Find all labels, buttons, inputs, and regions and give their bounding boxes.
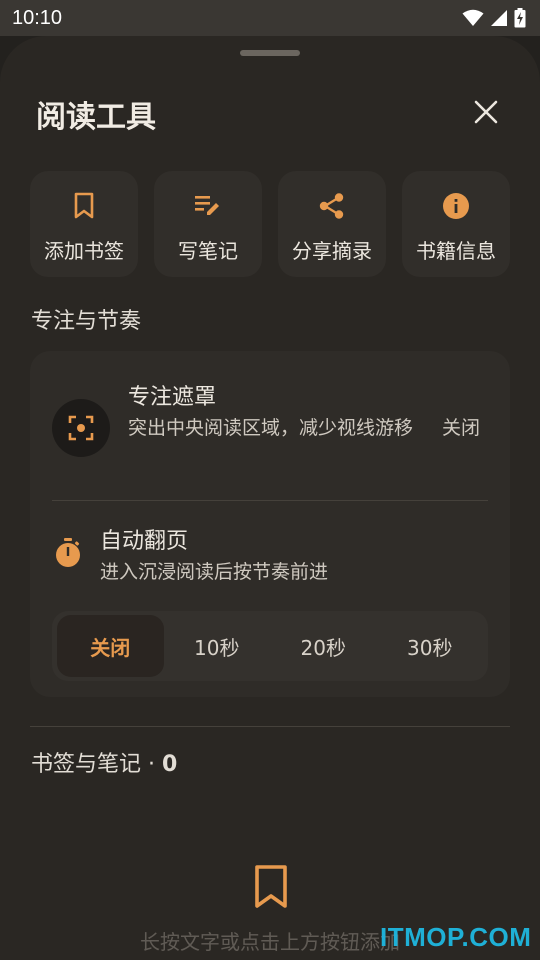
timer-icon	[56, 538, 80, 567]
interval-option-off[interactable]: 关闭	[57, 615, 164, 677]
divider	[52, 500, 488, 501]
drag-handle[interactable]	[240, 50, 300, 56]
focus-mask-icon-wrap	[52, 399, 110, 457]
auto-page-row: 自动翻页 进入沉浸阅读后按节奏前进	[52, 523, 488, 587]
tool-label: 写笔记	[178, 239, 238, 263]
sheet-title: 阅读工具	[36, 100, 156, 135]
share-excerpt-button[interactable]: 分享摘录	[278, 171, 386, 277]
auto-page-description: 进入沉浸阅读后按节奏前进	[100, 561, 329, 583]
focus-mask-title: 专注遮罩	[128, 385, 217, 410]
info-icon	[441, 191, 471, 221]
watermark: ITMOP.COM	[380, 922, 532, 952]
empty-bookmark-icon	[255, 865, 287, 908]
book-info-button[interactable]: 书籍信息	[402, 171, 510, 277]
auto-page-title: 自动翻页	[100, 529, 189, 554]
status-time: 10:10	[12, 6, 63, 29]
cellular-signal-icon	[491, 10, 507, 26]
tool-label: 书籍信息	[416, 239, 496, 263]
interval-option-30s[interactable]: 30秒	[377, 615, 484, 677]
bookmarks-title-text: 书签与笔记 ·	[31, 752, 162, 777]
tool-label: 添加书签	[44, 239, 124, 263]
close-icon	[474, 100, 498, 124]
edit-note-icon	[193, 191, 223, 221]
status-bar: 10:10	[0, 0, 540, 36]
section-divider	[30, 726, 510, 727]
interval-option-20s[interactable]: 20秒	[270, 615, 377, 677]
focus-mask-toggle[interactable]: 关闭	[442, 413, 480, 443]
tool-label: 分享摘录	[292, 239, 372, 263]
interval-option-10s[interactable]: 10秒	[164, 615, 271, 677]
center-focus-icon	[68, 415, 94, 441]
close-button[interactable]	[466, 92, 506, 132]
wifi-icon	[462, 9, 484, 26]
write-note-button[interactable]: 写笔记	[154, 171, 262, 277]
bookmarks-section-title: 书签与笔记 · 0	[31, 746, 177, 778]
add-bookmark-button[interactable]: 添加书签	[30, 171, 138, 277]
reading-tools-sheet: 阅读工具 添加书签 写笔记 分享摘录 书籍信息 专注与节奏 专注遮罩 突出中央阅…	[0, 36, 540, 960]
status-icons	[462, 8, 526, 28]
tool-grid: 添加书签 写笔记 分享摘录 书籍信息	[30, 171, 510, 277]
focus-card: 专注遮罩 突出中央阅读区域，减少视线游移 关闭 自动翻页 进入沉浸阅读后按节奏前…	[30, 351, 510, 697]
battery-charging-icon	[514, 8, 526, 28]
bookmark-icon	[69, 191, 99, 221]
focus-section-title: 专注与节奏	[31, 309, 142, 334]
auto-page-interval-selector: 关闭 10秒 20秒 30秒	[52, 611, 488, 681]
focus-mask-description: 突出中央阅读区域，减少视线游移	[128, 417, 414, 439]
focus-mask-row[interactable]: 专注遮罩 突出中央阅读区域，减少视线游移 关闭	[52, 379, 488, 479]
share-icon	[317, 191, 347, 221]
bookmarks-count: 0	[161, 752, 178, 777]
